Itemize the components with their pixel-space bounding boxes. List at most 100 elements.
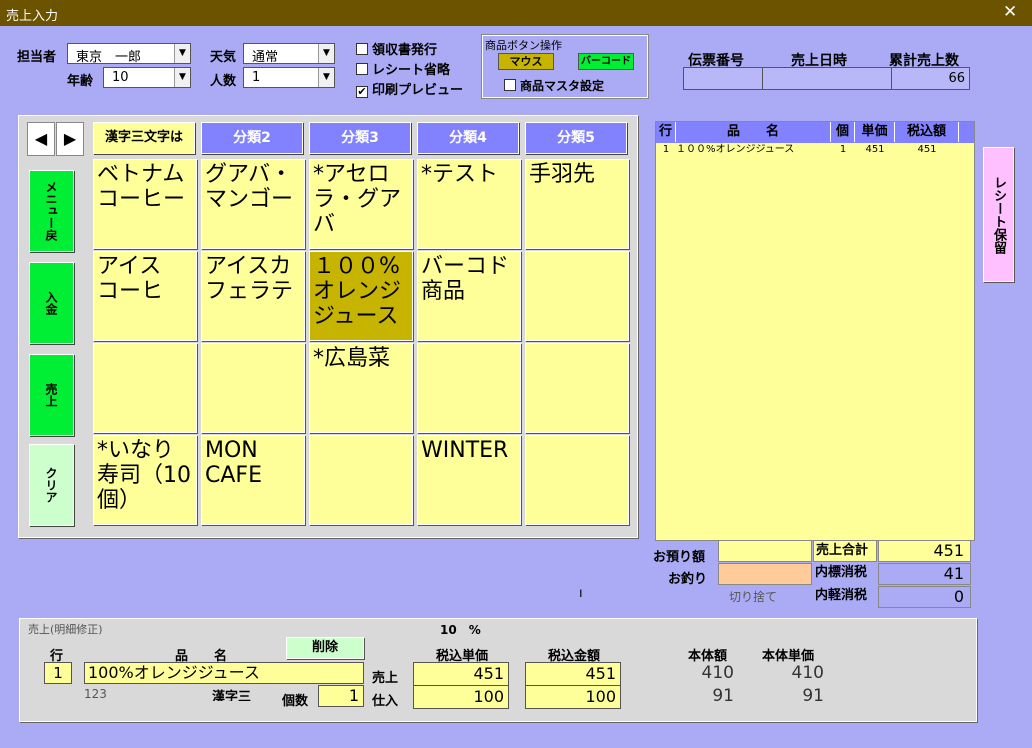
product-button[interactable]: １００% オレンジ ジュース (309, 251, 413, 341)
product-button[interactable] (93, 343, 197, 433)
master-label: 商品マスタ設定 (520, 79, 605, 93)
product-button[interactable] (525, 343, 629, 433)
age-select[interactable]: 10 ▼ (103, 67, 191, 88)
omit-receipt-label: レシート省略 (372, 63, 451, 78)
row-field[interactable]: 1 (44, 662, 72, 684)
base-unit-label: 本体単価 (762, 649, 815, 664)
delete-button[interactable]: 削除 (286, 637, 364, 659)
people-label: 人数 (210, 74, 237, 89)
product-button[interactable] (201, 343, 305, 433)
product-button[interactable]: バーコド 商品 (417, 251, 521, 341)
edit-title: 売上(明細修正) (28, 623, 103, 636)
sales-unit-field[interactable]: 451 (413, 662, 509, 686)
chevron-down-icon[interactable]: ▼ (174, 68, 190, 87)
product-button[interactable]: アイスカ フェラテ (201, 251, 305, 341)
product-button[interactable] (525, 251, 629, 341)
detail-header: 行品 名個単価 税込額 (656, 122, 974, 143)
edit-panel: 売上(明細修正) 10 % 行 1 品 名 100%オレンジジュース 123 漢… (19, 618, 977, 722)
title-bar: 売上入力 ✕ (0, 0, 1032, 26)
sales-total-label: 売上合計 (813, 540, 877, 562)
table-row[interactable]: 1 １００%オレンジジュース 1 451 451 (656, 143, 974, 157)
weather-select[interactable]: 通常 ▼ (243, 43, 335, 65)
qty-field[interactable]: 1 (318, 685, 364, 707)
purchase-row-label: 仕入 (372, 694, 399, 709)
deposit-field[interactable] (718, 540, 812, 562)
staff-label: 担当者 (17, 50, 57, 65)
detail-header-cell: 単価 (855, 122, 895, 142)
purchase-amount-field[interactable]: 100 (525, 685, 621, 709)
product-button[interactable]: MON CAFE (201, 435, 305, 525)
table-cell: 451 (917, 144, 937, 155)
name-field[interactable]: 100%オレンジジュース (84, 662, 364, 684)
product-button[interactable]: WINTER (417, 435, 521, 525)
table-cell: １００%オレンジジュース (676, 144, 795, 155)
product-button[interactable] (309, 435, 413, 525)
base-amount-sales: 410 (701, 663, 734, 683)
change-field (718, 563, 812, 585)
inner-std-tax-value: 41 (878, 563, 971, 585)
product-button[interactable] (417, 343, 521, 433)
clear-button[interactable]: クリア (29, 444, 74, 526)
print-preview-label: 印刷プレビュー (372, 83, 464, 98)
chevron-down-icon[interactable]: ▼ (318, 44, 334, 63)
detail-header-cell: 行 (656, 122, 676, 142)
sales-button[interactable]: 売上 (29, 354, 74, 436)
detail-header-cell: 品 名 (676, 122, 831, 142)
detail-list[interactable]: 行品 名個単価 税込額 1 １００%オレンジジュース 1 451 451 (655, 121, 975, 541)
product-button[interactable]: *アセロ ラ・グア バ (309, 159, 413, 249)
small-mark: ı (579, 586, 583, 601)
detail-header-cell: 個 (831, 122, 855, 142)
age-value: 10 (112, 70, 129, 85)
product-button[interactable]: ベトナム コーヒー (93, 159, 197, 249)
category-tab-1[interactable]: 漢字三文字は (93, 122, 195, 154)
code-text: 123 (84, 687, 107, 701)
inner-light-tax-value: 0 (878, 586, 971, 608)
inner-std-tax-label: 内標消税 (813, 563, 877, 585)
barcode-button[interactable]: バーコード (578, 53, 634, 70)
product-button[interactable]: *テスト (417, 159, 521, 249)
category-tab-2[interactable]: 分類2 (201, 122, 303, 154)
close-icon[interactable]: ✕ (1003, 2, 1017, 22)
category-tab-4[interactable]: 分類4 (417, 122, 519, 154)
deposit-button[interactable]: 入金 (29, 262, 74, 344)
detail-header-cell: 税込額 (895, 122, 959, 142)
product-button[interactable]: グアバ・ マンゴー (201, 159, 305, 249)
sales-amount-field[interactable]: 451 (525, 662, 621, 686)
mouse-button[interactable]: マウス (498, 53, 554, 70)
base-amount-purchase: 91 (712, 686, 734, 706)
weather-label: 天気 (210, 50, 237, 65)
print-preview-checkbox[interactable]: ✔ 印刷プレビュー (356, 79, 463, 98)
tax-rate: 10 % (440, 623, 481, 637)
category-short: 漢字三 (212, 690, 252, 701)
product-button-op-group: 商品ボタン操作 マウス バーコード 商品マスタ設定 (481, 34, 649, 99)
prev-page-button[interactable]: ◀ (27, 122, 55, 156)
receipt-checkbox[interactable]: 領収書発行 (356, 39, 437, 58)
change-label: お釣り (668, 572, 708, 587)
product-button[interactable]: *広島菜 (309, 343, 413, 433)
sales-datetime-field (762, 67, 892, 90)
deposit-label: お預り額 (653, 550, 706, 565)
table-cell: 1 (839, 144, 847, 155)
base-amount-label: 本体額 (688, 649, 728, 664)
product-button[interactable]: 手羽先 (525, 159, 629, 249)
menu-back-button[interactable]: メニュー戻 (29, 170, 74, 252)
people-select[interactable]: 1 ▼ (243, 67, 335, 88)
base-unit-sales: 410 (791, 663, 824, 683)
category-tab-3[interactable]: 分類3 (309, 122, 411, 154)
receipt-label: 領収書発行 (372, 43, 438, 58)
inner-light-tax-label: 内軽消税 (815, 588, 868, 603)
group-title: 商品ボタン操作 (485, 39, 562, 52)
product-button[interactable]: アイス コーヒ (93, 251, 197, 341)
purchase-unit-field[interactable]: 100 (413, 685, 509, 709)
product-button[interactable]: *いなり 寿司（10 個） (93, 435, 197, 525)
omit-receipt-checkbox[interactable]: レシート省略 (356, 59, 450, 78)
table-cell: 451 (865, 144, 885, 155)
receipt-hold-button[interactable]: レシート保留 (983, 147, 1014, 282)
product-button[interactable] (525, 435, 629, 525)
staff-select[interactable]: 東京 一郎 ▼ (67, 43, 191, 65)
master-checkbox[interactable]: 商品マスタ設定 (504, 77, 604, 94)
next-page-button[interactable]: ▶ (56, 122, 84, 156)
chevron-down-icon[interactable]: ▼ (174, 44, 190, 63)
chevron-down-icon[interactable]: ▼ (318, 68, 334, 87)
category-tab-5[interactable]: 分類5 (525, 122, 627, 154)
